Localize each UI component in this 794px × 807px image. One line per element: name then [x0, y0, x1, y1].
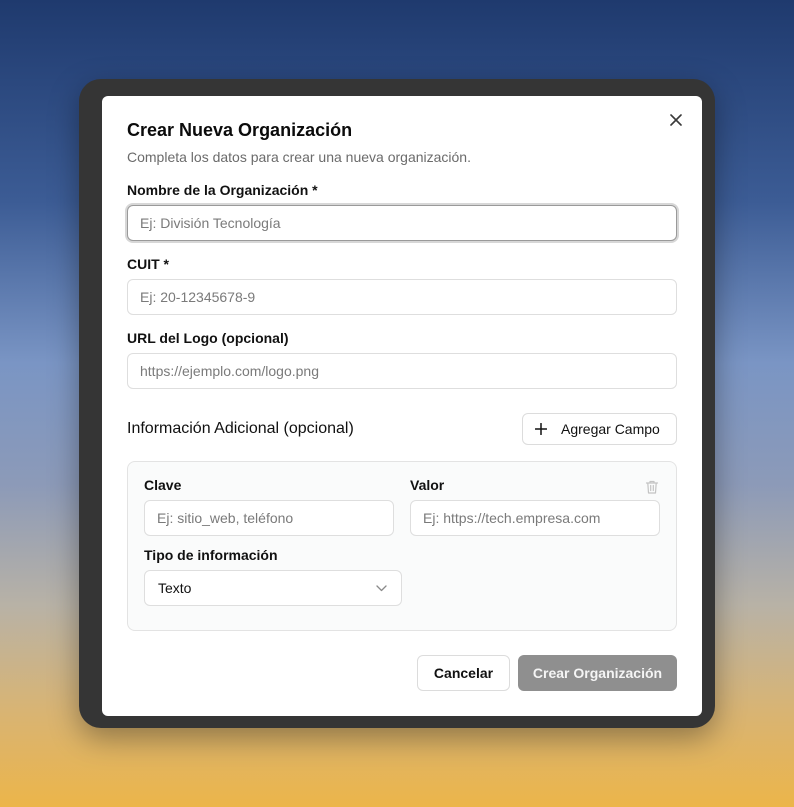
organization-name-input[interactable]: [127, 205, 677, 241]
key-input[interactable]: [144, 500, 394, 536]
cuit-input[interactable]: [127, 279, 677, 315]
close-icon: [670, 114, 682, 126]
logo-url-label: URL del Logo (opcional): [127, 330, 289, 346]
add-field-button[interactable]: Agregar Campo: [522, 413, 677, 445]
chevron-down-icon: [376, 584, 387, 591]
add-field-label: Agregar Campo: [561, 421, 660, 437]
type-select[interactable]: Texto: [144, 570, 402, 606]
cuit-label: CUIT *: [127, 256, 169, 272]
key-label: Clave: [144, 477, 182, 493]
additional-info-title: Información Adicional (opcional): [127, 420, 354, 437]
name-label: Nombre de la Organización *: [127, 182, 318, 198]
close-button[interactable]: [668, 112, 684, 128]
create-organization-dialog: Crear Nueva Organización Completa los da…: [102, 96, 702, 716]
trash-icon: [645, 480, 659, 494]
value-label: Valor: [410, 477, 445, 493]
dialog-subtitle: Completa los datos para crear una nueva …: [127, 149, 471, 165]
type-select-value: Texto: [158, 580, 192, 596]
dialog-title: Crear Nueva Organización: [127, 120, 353, 140]
value-input[interactable]: [410, 500, 660, 536]
delete-field-button[interactable]: [644, 479, 660, 495]
cancel-button[interactable]: Cancelar: [417, 655, 510, 691]
logo-url-input[interactable]: [127, 353, 677, 389]
create-organization-button[interactable]: Crear Organización: [518, 655, 677, 691]
additional-field-card: Clave Valor Tipo de información Texto: [127, 461, 677, 631]
type-label: Tipo de información: [144, 547, 278, 563]
plus-icon: [535, 423, 547, 435]
